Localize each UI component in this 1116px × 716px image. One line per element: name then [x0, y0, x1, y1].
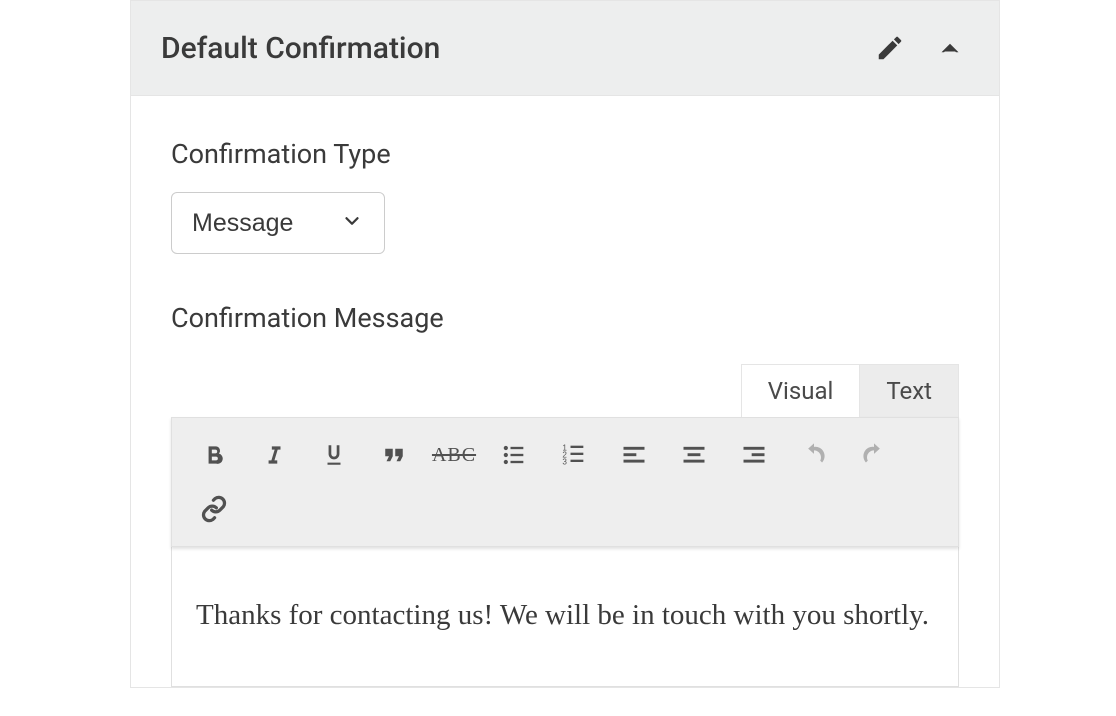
confirmation-type-select[interactable]: Message	[171, 192, 385, 254]
confirmation-type-select-wrapper: Message	[171, 192, 385, 254]
underline-button[interactable]	[306, 430, 362, 480]
bold-button[interactable]	[186, 430, 242, 480]
panel-title: Default Confirmation	[161, 31, 849, 66]
editor-toolbar: ABC 123	[171, 417, 959, 547]
align-left-button[interactable]	[606, 430, 662, 480]
bullet-list-button[interactable]	[486, 430, 542, 480]
edit-icon[interactable]	[871, 29, 909, 67]
align-right-button[interactable]	[726, 430, 782, 480]
link-button[interactable]	[186, 484, 242, 534]
redo-button[interactable]	[846, 430, 902, 480]
editor-content[interactable]: Thanks for contacting us! We will be in …	[171, 547, 959, 687]
confirmation-type-label: Confirmation Type	[171, 138, 959, 170]
blockquote-button[interactable]	[366, 430, 422, 480]
rich-text-editor: Visual Text ABC	[171, 364, 959, 687]
tab-visual[interactable]: Visual	[741, 364, 861, 417]
confirmation-panel: Default Confirmation Confirmation Type M…	[130, 0, 1000, 688]
confirmation-message-label: Confirmation Message	[171, 302, 959, 334]
undo-button[interactable]	[786, 430, 842, 480]
align-center-button[interactable]	[666, 430, 722, 480]
panel-body: Confirmation Type Message Confirmation M…	[131, 96, 999, 687]
editor-tabs: Visual Text	[171, 364, 959, 417]
tab-text[interactable]: Text	[859, 364, 959, 417]
strikethrough-button[interactable]: ABC	[426, 430, 482, 480]
panel-header: Default Confirmation	[131, 1, 999, 96]
svg-text:3: 3	[562, 457, 567, 466]
italic-button[interactable]	[246, 430, 302, 480]
collapse-icon[interactable]	[931, 29, 969, 67]
numbered-list-button[interactable]: 123	[546, 430, 602, 480]
